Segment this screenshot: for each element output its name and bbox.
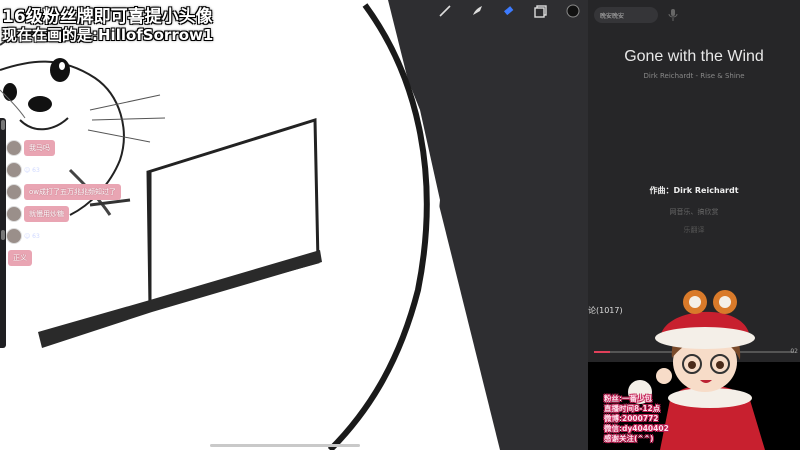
avatar [6,184,22,200]
notice-line: 微博:2000772 [604,414,659,423]
toolbar [436,0,588,22]
chat-message: ☺ 63 [6,228,146,244]
chat-bubble: 就慢用炒糖 [24,206,69,222]
now-drawing-notice: 现在在画的是:HillofSorrow1 [2,26,214,44]
drawing-canvas[interactable]: 16级粉丝牌即可喜提小头像 现在在画的是:HillofSorrow1 我马吗 ☺… [0,0,588,450]
notice-line: 直播时间8-12点 [604,404,661,413]
chat-bubble: 正义 [8,250,32,266]
home-indicator[interactable] [210,444,360,447]
lyric-line-active: 作曲：Dirk Reichardt [649,186,739,195]
contact-notice: 粉丝:一番少包 直播时间8-12点 微博:2000772 微信:dy404040… [604,394,669,444]
lyric-line: 乐翻译 [683,226,705,234]
chat-message: ☺ 63 [6,162,146,178]
opacity-slider-knob[interactable] [1,230,5,240]
chat-message: 就慢用炒糖 [6,206,146,222]
search-input[interactable]: 晚安晚安 [594,7,658,23]
chat-message: 正义 [6,250,146,266]
microphone-icon[interactable] [668,9,678,21]
avatar [6,162,22,178]
chat-message: 我马吗 [6,140,146,156]
size-slider-knob[interactable] [1,120,5,130]
avatar [6,206,22,222]
smudge-icon[interactable] [468,2,486,20]
notice-line: 感谢关注(^^) [604,434,654,443]
brush-icon[interactable] [436,2,454,20]
chat-bubble: ow成打了五万兆兆频知过了 [24,184,122,200]
chat-bubble: 我马吗 [24,140,55,156]
chat-message: ow成打了五万兆兆频知过了 [6,184,146,200]
color-swatch[interactable] [564,2,582,20]
layers-icon[interactable] [532,2,550,20]
notice-line: 微信:dy4040402 [604,424,669,433]
chat-meta: ☺ 63 [24,166,40,174]
song-artist[interactable]: Dirk Reichardt - Rise & Shine [588,72,800,80]
lyric-line: 网音乐、搞欣赏 [669,208,719,216]
song-title: Gone with the Wind [624,48,764,65]
avatar [6,228,22,244]
eraser-icon[interactable] [500,2,518,20]
notice-line: 粉丝:一番少包 [604,394,652,403]
chat-meta: ☺ 63 [24,232,40,240]
avatar [6,140,22,156]
chat-overlay: 我马吗 ☺ 63 ow成打了五万兆兆频知过了 就慢用炒糖 ☺ 63 正义 [6,140,146,272]
